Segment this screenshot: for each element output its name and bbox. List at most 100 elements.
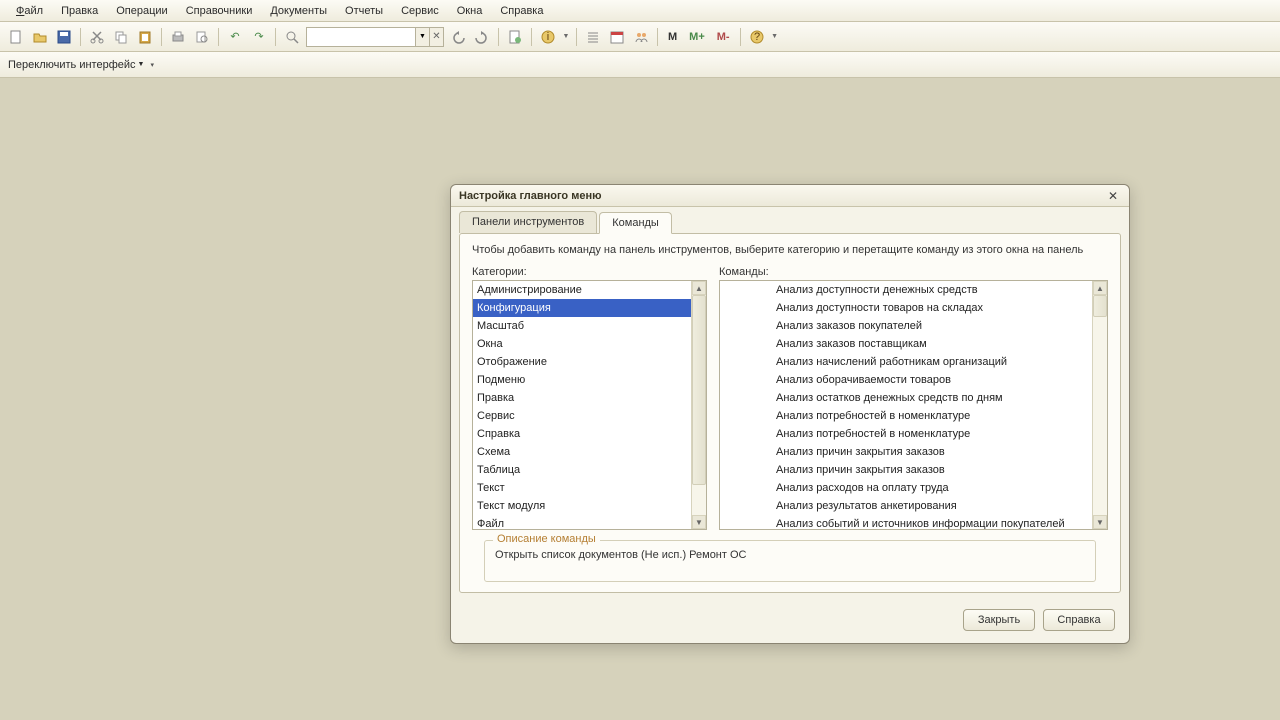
menu-file[interactable]: Файл	[8, 3, 51, 19]
scroll-thumb[interactable]	[1093, 295, 1107, 317]
command-item[interactable]: Анализ доступности денежных средств	[720, 281, 1092, 299]
dialog-titlebar[interactable]: Настройка главного меню ✕	[451, 185, 1129, 207]
description-legend: Описание команды	[493, 533, 600, 545]
close-button[interactable]: Закрыть	[963, 609, 1035, 631]
toolbar-main: ↶ ↷ ▼ ✕ i ▼ M M+ M- ? ▼	[0, 22, 1280, 52]
command-item[interactable]: Анализ потребностей в номенклатуре	[720, 407, 1092, 425]
command-item[interactable]: Анализ заказов поставщикам	[720, 335, 1092, 353]
help-dropdown-icon[interactable]: ▼	[771, 27, 779, 47]
cut-icon[interactable]	[87, 27, 107, 47]
command-item[interactable]: Анализ причин закрытия заказов	[720, 461, 1092, 479]
search-dropdown-icon[interactable]: ▼	[416, 27, 430, 47]
open-icon[interactable]	[30, 27, 50, 47]
category-item[interactable]: Окна	[473, 335, 691, 353]
commands-label: Команды:	[719, 266, 1108, 278]
category-item[interactable]: Текст	[473, 479, 691, 497]
command-item[interactable]: Анализ заказов покупателей	[720, 317, 1092, 335]
dialog-title: Настройка главного меню	[459, 190, 602, 202]
save-icon[interactable]	[54, 27, 74, 47]
command-item[interactable]: Анализ начислений работникам организаций	[720, 353, 1092, 371]
menu-reports[interactable]: Отчеты	[337, 3, 391, 19]
command-item[interactable]: Анализ потребностей в номенклатуре	[720, 425, 1092, 443]
svg-text:i: i	[547, 31, 549, 43]
dialog-buttons: Закрыть Справка	[451, 601, 1129, 643]
scroll-thumb[interactable]	[692, 295, 706, 485]
toolbar-secondary: Переключить интерфейс ▼ ▾	[0, 52, 1280, 78]
dialog-hint: Чтобы добавить команду на панель инструм…	[472, 244, 1108, 256]
menu-bar: Файл Правка Операции Справочники Докумен…	[0, 0, 1280, 22]
category-item[interactable]: Текст модуля	[473, 497, 691, 515]
category-item[interactable]: Таблица	[473, 461, 691, 479]
calc-mminus-button[interactable]: M-	[713, 31, 734, 43]
calc-mplus-button[interactable]: M+	[685, 31, 709, 43]
category-item[interactable]: Правка	[473, 389, 691, 407]
calendar-icon[interactable]	[607, 27, 627, 47]
print-preview-icon[interactable]	[192, 27, 212, 47]
menu-references[interactable]: Справочники	[178, 3, 261, 19]
help-button[interactable]: Справка	[1043, 609, 1115, 631]
command-item[interactable]: Анализ доступности товаров на складах	[720, 299, 1092, 317]
menu-documents[interactable]: Документы	[262, 3, 335, 19]
search-input[interactable]	[306, 27, 416, 47]
command-item[interactable]: Анализ причин закрытия заказов	[720, 443, 1092, 461]
menu-service[interactable]: Сервис	[393, 3, 447, 19]
scrollbar[interactable]: ▲ ▼	[1092, 281, 1107, 529]
list-icon[interactable]	[583, 27, 603, 47]
redo-icon[interactable]: ↷	[249, 27, 269, 47]
toolbar-overflow-icon[interactable]: ▾	[150, 61, 154, 69]
switch-interface-label: Переключить интерфейс	[8, 59, 136, 71]
categories-label: Категории:	[472, 266, 707, 278]
users-icon[interactable]	[631, 27, 651, 47]
copy-icon[interactable]	[111, 27, 131, 47]
category-item[interactable]: Конфигурация	[473, 299, 691, 317]
scroll-down-icon[interactable]: ▼	[692, 515, 706, 529]
command-item[interactable]: Анализ результатов анкетирования	[720, 497, 1092, 515]
category-item[interactable]: Подменю	[473, 371, 691, 389]
scroll-up-icon[interactable]: ▲	[1093, 281, 1107, 295]
dialog-body: Чтобы добавить команду на панель инструм…	[459, 233, 1121, 593]
category-item[interactable]: Схема	[473, 443, 691, 461]
category-item[interactable]: Масштаб	[473, 317, 691, 335]
categories-listbox[interactable]: АдминистрированиеКонфигурацияМасштабОкна…	[472, 280, 707, 530]
command-item[interactable]: Анализ событий и источников информации п…	[720, 515, 1092, 529]
help-icon[interactable]: ?	[747, 27, 767, 47]
menu-settings-dialog: Настройка главного меню ✕ Панели инструм…	[450, 184, 1130, 644]
category-item[interactable]: Администрирование	[473, 281, 691, 299]
search-icon[interactable]	[282, 27, 302, 47]
category-item[interactable]: Файл	[473, 515, 691, 529]
tab-panels[interactable]: Панели инструментов	[459, 211, 597, 233]
dialog-tabs: Панели инструментов Команды	[451, 207, 1129, 233]
menu-windows[interactable]: Окна	[449, 3, 491, 19]
refresh-back-icon[interactable]	[448, 27, 468, 47]
command-item[interactable]: Анализ остатков денежных средств по дням	[720, 389, 1092, 407]
undo-icon[interactable]: ↶	[225, 27, 245, 47]
calc-m-button[interactable]: M	[664, 31, 681, 43]
print-icon[interactable]	[168, 27, 188, 47]
close-icon[interactable]: ✕	[1105, 188, 1121, 204]
scroll-down-icon[interactable]: ▼	[1093, 515, 1107, 529]
menu-operations[interactable]: Операции	[108, 3, 175, 19]
command-description-frame: Описание команды Открыть список документ…	[484, 540, 1096, 582]
scroll-up-icon[interactable]: ▲	[692, 281, 706, 295]
chevron-down-icon: ▼	[138, 61, 145, 68]
category-item[interactable]: Справка	[473, 425, 691, 443]
command-item[interactable]: Анализ оборачиваемости товаров	[720, 371, 1092, 389]
category-item[interactable]: Сервис	[473, 407, 691, 425]
refresh-forward-icon[interactable]	[472, 27, 492, 47]
tab-commands[interactable]: Команды	[599, 212, 672, 234]
new-icon[interactable]	[6, 27, 26, 47]
menu-edit[interactable]: Правка	[53, 3, 106, 19]
svg-text:?: ?	[754, 31, 760, 43]
scrollbar[interactable]: ▲ ▼	[691, 281, 706, 529]
command-item[interactable]: Анализ расходов на оплату труда	[720, 479, 1092, 497]
paste-icon[interactable]	[135, 27, 155, 47]
search-combo[interactable]: ▼ ✕	[306, 27, 444, 47]
commands-listbox[interactable]: Анализ доступности денежных средствАнали…	[719, 280, 1108, 530]
document-icon[interactable]	[505, 27, 525, 47]
search-clear-icon[interactable]: ✕	[430, 27, 444, 47]
switch-interface-button[interactable]: Переключить интерфейс ▼	[8, 59, 144, 71]
category-item[interactable]: Отображение	[473, 353, 691, 371]
info-icon[interactable]: i	[538, 27, 558, 47]
info-dropdown-icon[interactable]: ▼	[562, 27, 570, 47]
menu-help[interactable]: Справка	[492, 3, 551, 19]
